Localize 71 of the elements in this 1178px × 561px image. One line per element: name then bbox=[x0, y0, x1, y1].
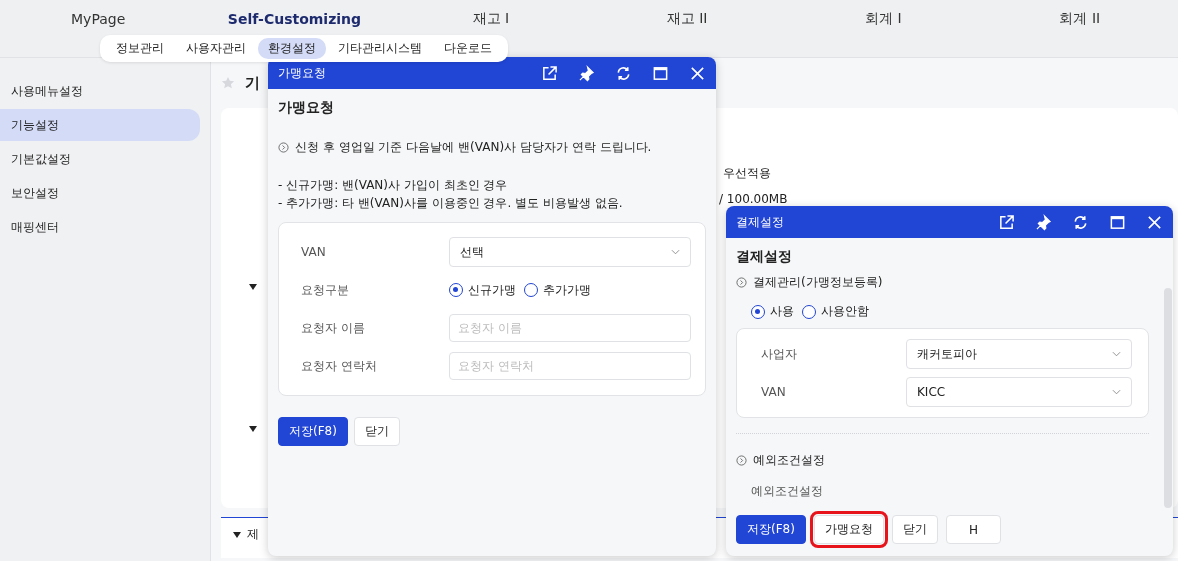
section-title: 결제관리(가맹정보등록) bbox=[753, 274, 883, 291]
save-button[interactable]: 저장(F8) bbox=[278, 417, 348, 446]
storage-text: / 100.00MB bbox=[719, 192, 788, 206]
radio-option[interactable]: 추가가맹 bbox=[524, 281, 591, 299]
select-field[interactable]: 캐커토피아 bbox=[906, 339, 1132, 369]
sidebar-item[interactable]: 사용메뉴설정 bbox=[0, 75, 200, 107]
caret-icon bbox=[671, 249, 680, 255]
popout-icon[interactable] bbox=[541, 64, 558, 82]
dialog-button[interactable]: 저장(F8) bbox=[736, 515, 806, 544]
refresh-icon[interactable] bbox=[1072, 213, 1089, 231]
radio-option[interactable]: 사용 bbox=[751, 303, 794, 320]
field-label: 요청자 이름 bbox=[301, 319, 366, 337]
scrollbar[interactable] bbox=[1164, 288, 1172, 508]
field-label: VAN bbox=[301, 245, 327, 259]
submenu-tab[interactable]: 사용자관리 bbox=[176, 38, 256, 59]
section-toggle[interactable]: 제 bbox=[247, 526, 259, 543]
dialog-heading: 결제설정 bbox=[736, 248, 793, 266]
popout-icon[interactable] bbox=[998, 213, 1015, 231]
top-menu-item[interactable]: 회계 I bbox=[785, 10, 982, 28]
field-label: VAN bbox=[761, 385, 787, 399]
sidebar-item[interactable]: 기능설정 bbox=[0, 109, 200, 141]
note-text: - 추가가맹: 타 밴(VAN)사를 이용중인 경우. 별도 비용발생 없음. bbox=[278, 195, 624, 212]
star-icon[interactable] bbox=[221, 76, 235, 90]
top-menu-item[interactable]: Self-Customizing bbox=[196, 11, 393, 27]
top-menu-item[interactable]: 재고 II bbox=[589, 10, 786, 28]
maximize-icon[interactable] bbox=[652, 64, 669, 82]
top-menu-item[interactable]: 재고 I bbox=[392, 10, 589, 28]
submenu-tab[interactable]: 환경설정 bbox=[258, 38, 326, 59]
window-title: 결제설정 bbox=[736, 213, 785, 231]
expand-triangle-icon[interactable] bbox=[249, 284, 257, 290]
top-menu-item[interactable]: MyPage bbox=[0, 11, 197, 27]
input-field[interactable]: 요청자 이름 bbox=[449, 314, 691, 342]
chevron-circle-icon bbox=[278, 142, 289, 153]
sidebar-item[interactable]: 보안설정 bbox=[0, 177, 200, 209]
caret-icon bbox=[1112, 351, 1121, 357]
top-menu-item[interactable]: 회계 II bbox=[981, 10, 1178, 28]
select-field[interactable]: 선택 bbox=[449, 237, 691, 267]
chevron-circle-icon bbox=[736, 455, 747, 466]
field-label: 요청구분 bbox=[301, 281, 350, 299]
page-title: 기 bbox=[245, 73, 260, 93]
expand-triangle-icon[interactable] bbox=[233, 531, 241, 538]
refresh-icon[interactable] bbox=[615, 64, 632, 82]
close-icon[interactable] bbox=[1146, 213, 1163, 231]
dialog-heading: 가맹요청 bbox=[278, 99, 335, 117]
pin-icon[interactable] bbox=[1035, 213, 1052, 231]
option-text: 우선적용 bbox=[723, 165, 771, 182]
caret-icon bbox=[1112, 389, 1121, 395]
sidebar-item[interactable]: 기본값설정 bbox=[0, 143, 200, 175]
section-text: 예외조건설정 bbox=[751, 483, 824, 500]
close-icon[interactable] bbox=[689, 64, 706, 82]
dialog-button[interactable]: 닫기 bbox=[891, 515, 938, 544]
radio-option[interactable]: 사용안함 bbox=[802, 303, 869, 320]
submenu-tab[interactable]: 정보관리 bbox=[106, 38, 174, 59]
field-label: 사업자 bbox=[761, 345, 798, 363]
field-label: 요청자 연락처 bbox=[301, 357, 378, 375]
dialog-button[interactable]: H bbox=[945, 515, 1001, 544]
pin-icon[interactable] bbox=[578, 64, 595, 82]
radio-option[interactable]: 신규가맹 bbox=[449, 281, 516, 299]
expand-triangle-icon[interactable] bbox=[249, 426, 257, 432]
submenu-tab[interactable]: 기타관리시스템 bbox=[328, 38, 432, 59]
window-title: 가맹요청 bbox=[278, 64, 327, 82]
submenu-tab[interactable]: 다운로드 bbox=[434, 38, 502, 59]
select-field[interactable]: KICC bbox=[906, 377, 1132, 407]
close-button[interactable]: 닫기 bbox=[353, 417, 400, 446]
info-text: 신청 후 영업일 기준 다음날에 밴(VAN)사 담당자가 연락 드립니다. bbox=[295, 139, 652, 156]
maximize-icon[interactable] bbox=[1109, 213, 1126, 231]
note-text: - 신규가맹: 밴(VAN)사 가입이 최초인 경우 bbox=[278, 177, 509, 194]
section-title: 예외조건설정 bbox=[753, 452, 825, 469]
input-field[interactable]: 요청자 연락처 bbox=[449, 352, 691, 380]
sidebar-item[interactable]: 매핑센터 bbox=[0, 211, 200, 243]
chevron-circle-icon bbox=[736, 277, 747, 288]
